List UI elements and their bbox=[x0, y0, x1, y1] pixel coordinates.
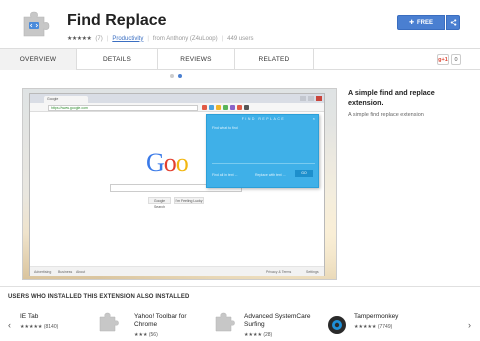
related-item-yahoo-toolbar[interactable]: Yahoo! Toolbar for Chrome ★★★ (56) bbox=[98, 311, 208, 339]
extension-header: Find Replace ★★★★★ (7) | Productivity | … bbox=[0, 0, 480, 48]
carousel-dot[interactable] bbox=[170, 74, 174, 78]
related-item-label: Yahoo! Toolbar for Chrome bbox=[134, 313, 187, 328]
rating-count: (56) bbox=[148, 332, 158, 338]
footer-link: Advertising bbox=[34, 270, 52, 274]
user-count: 449 users bbox=[227, 35, 254, 42]
overview-panel: Google https://www.google.com +You Gmail… bbox=[0, 70, 480, 286]
screenshot-image: Google https://www.google.com +You Gmail… bbox=[22, 88, 337, 280]
related-item-name: Yahoo! Toolbar for Chrome bbox=[134, 313, 200, 329]
footer-link: Business bbox=[58, 270, 73, 274]
related-item-name: Advanced SystemCare Surfing bbox=[244, 313, 324, 329]
close-icon: × bbox=[312, 116, 315, 121]
share-icon bbox=[450, 19, 456, 26]
browser-window: Google https://www.google.com +You Gmail… bbox=[29, 93, 325, 276]
extension-icons bbox=[202, 105, 249, 110]
popup-find-field: Find what to find bbox=[212, 126, 238, 130]
rating-stars: ★★★★★ bbox=[354, 324, 377, 330]
footer-link: About bbox=[76, 270, 86, 274]
tab-related[interactable]: RELATED bbox=[235, 49, 313, 70]
browser-toolbar: https://www.google.com bbox=[30, 103, 324, 112]
author-text: from Anthony (Z4uLoop) bbox=[152, 35, 218, 42]
add-to-chrome-button[interactable]: ✚ FREE bbox=[397, 15, 445, 30]
tab-overview[interactable]: OVERVIEW bbox=[0, 49, 76, 70]
popup-find-for: Find all in text ... bbox=[212, 173, 238, 177]
puzzle-icon bbox=[215, 312, 235, 332]
popup-title: FIND REPLACE bbox=[241, 117, 286, 121]
rating-count: (8140) bbox=[43, 324, 59, 330]
tab-divider bbox=[313, 49, 314, 70]
footer-link: Settings bbox=[306, 270, 319, 274]
app-meta: ★★★★★ (7) | Productivity | from Anthony … bbox=[67, 35, 254, 43]
popup-go-button: GO bbox=[295, 170, 313, 177]
meta-divider: | bbox=[106, 35, 109, 42]
related-extensions: USERS WHO INSTALLED THIS EXTENSION ALSO … bbox=[0, 286, 480, 341]
related-heading: USERS WHO INSTALLED THIS EXTENSION ALSO … bbox=[8, 294, 190, 300]
browser-tab: Google bbox=[44, 96, 88, 103]
meta-divider: | bbox=[221, 35, 224, 42]
google-lucky-btn: I'm Feeling Lucky bbox=[174, 197, 204, 204]
related-item-rating: ★★★★★ (7749) bbox=[354, 324, 392, 330]
gplus-count: 0 bbox=[451, 54, 461, 65]
puzzle-icon bbox=[23, 11, 50, 37]
related-item-name: Tampermonkey bbox=[354, 313, 399, 320]
meta-divider: | bbox=[147, 35, 149, 42]
google-footer: Advertising Business About Privacy & Ter… bbox=[30, 266, 324, 276]
rating-stars: ★★★★★ bbox=[20, 324, 43, 330]
category-link[interactable]: Productivity bbox=[112, 36, 143, 42]
detail-tabs: OVERVIEW DETAILS REVIEWS RELATED g+1 0 bbox=[0, 48, 480, 70]
gplus-button[interactable]: g+1 bbox=[437, 54, 449, 65]
rating-count: (7749) bbox=[377, 324, 393, 330]
tampermonkey-icon bbox=[328, 316, 346, 334]
rating-stars: ★★★★★ bbox=[67, 36, 92, 42]
carousel-dots bbox=[170, 74, 182, 78]
related-item-rating: ★★★★ (28) bbox=[244, 332, 272, 338]
popup-divider bbox=[212, 163, 315, 164]
puzzle-icon bbox=[99, 312, 119, 332]
related-item-tampermonkey[interactable]: Tampermonkey ★★★★★ (7749) bbox=[326, 311, 466, 339]
rating-stars: ★★★★ bbox=[244, 332, 262, 338]
description-body: A simple find replace extension bbox=[348, 112, 424, 118]
window-controls bbox=[300, 96, 322, 101]
google-search-btn: Google Search bbox=[148, 197, 171, 209]
related-item-rating: ★★★★★ (8140) bbox=[20, 324, 58, 330]
popup-replace: Replace with text ... bbox=[255, 173, 286, 177]
plus-icon: ✚ bbox=[408, 20, 414, 26]
tab-reviews[interactable]: REVIEWS bbox=[158, 49, 234, 70]
chevron-left-icon[interactable]: ‹ bbox=[8, 320, 11, 330]
web-store-page: Find Replace ★★★★★ (7) | Productivity | … bbox=[0, 0, 480, 341]
free-label: FREE bbox=[417, 19, 434, 26]
tab-details[interactable]: DETAILS bbox=[77, 49, 157, 70]
browser-tabbar: Google bbox=[30, 94, 324, 103]
carousel-dot-active[interactable] bbox=[178, 74, 182, 78]
related-item-rating: ★★★ (56) bbox=[134, 332, 158, 338]
related-item-name: IE Tab bbox=[20, 313, 39, 320]
address-bar: https://www.google.com bbox=[48, 105, 198, 111]
share-button[interactable] bbox=[446, 15, 460, 30]
footer-link: Privacy & Terms bbox=[266, 270, 292, 274]
rating-count[interactable]: (7) bbox=[95, 36, 102, 42]
chevron-right-icon[interactable]: › bbox=[468, 320, 471, 330]
google-logo: Goo bbox=[146, 148, 189, 177]
related-item-label: Advanced SystemCare Surfing bbox=[244, 313, 311, 328]
related-item-advanced-systemcare[interactable]: Advanced SystemCare Surfing ★★★★ (28) bbox=[214, 311, 330, 339]
rating-stars: ★★★ bbox=[134, 332, 148, 338]
rating-count: (28) bbox=[263, 332, 273, 338]
app-title: Find Replace bbox=[67, 12, 167, 29]
find-replace-popup: FIND REPLACE × Find what to find Find al… bbox=[206, 114, 319, 188]
description-title: A simple find and replace extension. bbox=[348, 88, 435, 107]
